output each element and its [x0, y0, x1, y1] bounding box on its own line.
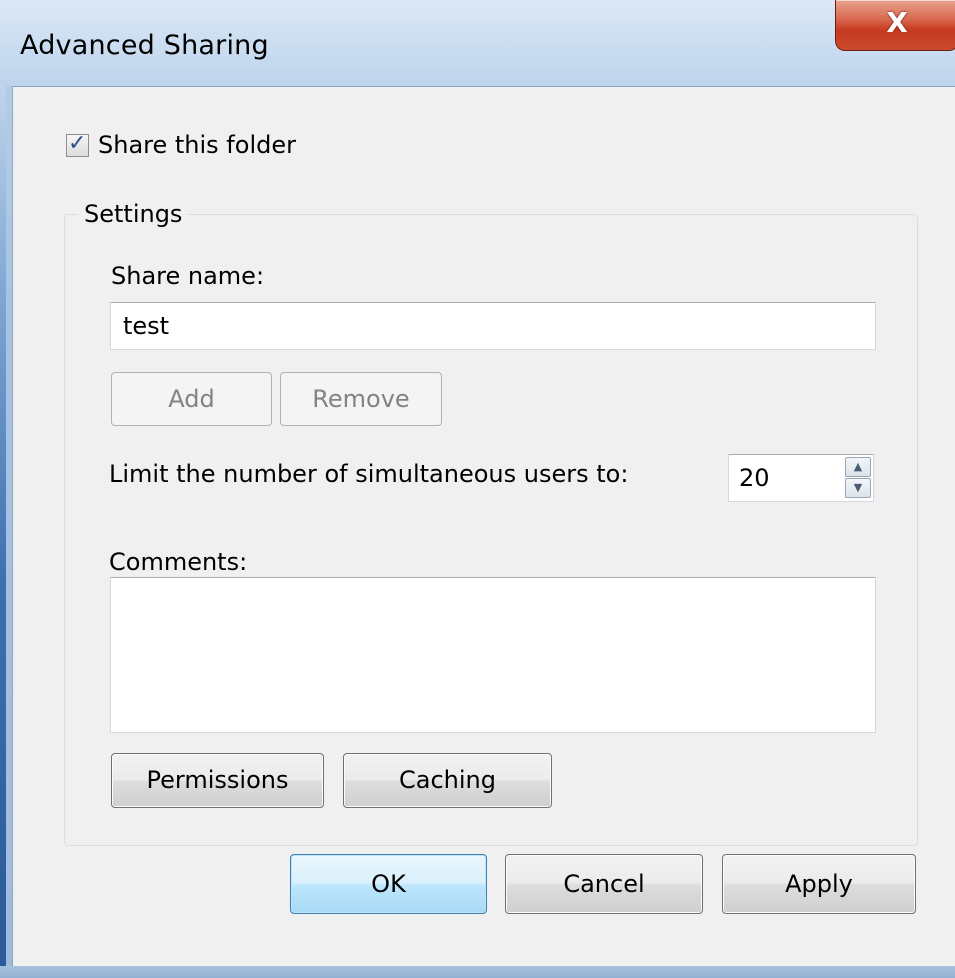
remove-button[interactable]: Remove	[280, 372, 442, 426]
permissions-button[interactable]: Permissions	[111, 753, 324, 808]
add-button[interactable]: Add	[111, 372, 272, 426]
window-title: Advanced Sharing	[20, 30, 269, 61]
arrow-up-icon[interactable]: ▲	[845, 457, 871, 477]
checkmark-icon: ✓	[68, 130, 87, 156]
dialog-window: Advanced Sharing X ✓ Share this folder S…	[0, 0, 955, 978]
window-frame-edge	[0, 0, 6, 978]
share-name-input[interactable]: test	[110, 302, 876, 350]
caching-button[interactable]: Caching	[343, 753, 552, 808]
comments-textarea[interactable]	[110, 577, 876, 733]
share-folder-row[interactable]: ✓ Share this folder	[66, 131, 296, 159]
comments-label: Comments:	[109, 548, 248, 576]
user-limit-value[interactable]: 20	[739, 464, 770, 492]
limit-users-label: Limit the number of simultaneous users t…	[109, 460, 629, 488]
arrow-down-icon[interactable]: ▼	[845, 478, 871, 498]
spinner-buttons: ▲ ▼	[845, 457, 871, 499]
apply-button[interactable]: Apply	[722, 854, 916, 914]
close-button[interactable]: X	[835, 0, 955, 51]
ok-button[interactable]: OK	[290, 854, 487, 914]
user-limit-spinner[interactable]: 20 ▲ ▼	[728, 454, 874, 502]
share-folder-checkbox[interactable]: ✓	[66, 130, 89, 157]
close-icon: X	[886, 6, 908, 39]
cancel-button[interactable]: Cancel	[505, 854, 703, 914]
settings-group-label: Settings	[78, 200, 189, 228]
share-folder-label[interactable]: Share this folder	[98, 131, 296, 159]
share-name-label: Share name:	[111, 262, 265, 290]
window-frame-bottom	[0, 966, 955, 978]
title-bar[interactable]: Advanced Sharing X	[0, 0, 955, 86]
